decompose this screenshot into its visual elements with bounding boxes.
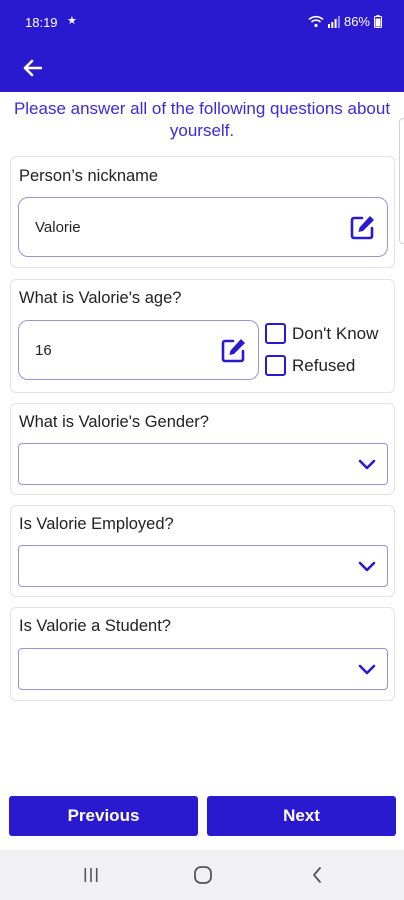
status-bar: 18:19 ★ 86%: [0, 0, 404, 44]
battery-percent: 86%: [343, 14, 370, 29]
chevron-down-icon: [358, 561, 376, 572]
refused-option[interactable]: Refused: [265, 355, 355, 376]
nickname-field[interactable]: Valorie: [18, 197, 388, 257]
signal-icon: [327, 15, 340, 28]
dont-know-checkbox[interactable]: [265, 323, 286, 344]
gender-card: What is Valorie's Gender?: [10, 403, 395, 495]
status-icons: 86%: [308, 14, 382, 29]
recents-icon: [84, 868, 98, 882]
edit-icon[interactable]: [349, 213, 377, 241]
instruction-text: Please answer all of the following quest…: [13, 99, 391, 140]
system-nav-bar: [0, 850, 404, 900]
employed-card: Is Valorie Employed?: [10, 505, 395, 597]
gender-label: What is Valorie's Gender?: [19, 413, 209, 431]
home-icon: [194, 866, 212, 884]
age-value: 16: [35, 341, 52, 359]
arrow-left-icon: [23, 59, 42, 77]
nickname-card: Person’s nickname Valorie: [10, 156, 395, 268]
student-card: Is Valorie a Student?: [10, 607, 395, 701]
battery-icon: [374, 15, 382, 28]
employed-dropdown[interactable]: [18, 545, 388, 587]
app-bar: [0, 44, 404, 92]
home-button[interactable]: [188, 863, 218, 887]
nav-back-button[interactable]: [302, 863, 332, 887]
chevron-down-icon: [358, 459, 376, 470]
student-label: Is Valorie a Student?: [19, 617, 171, 635]
back-button[interactable]: [16, 52, 48, 84]
scroll-indicator[interactable]: [399, 118, 404, 244]
chevron-down-icon: [358, 664, 376, 675]
age-card: What is Valorie's age? 16 Don't Know Ref…: [10, 279, 395, 393]
recents-button[interactable]: [76, 863, 106, 887]
status-time: 18:19: [25, 15, 58, 30]
nickname-label: Person’s nickname: [19, 167, 159, 185]
back-icon: [313, 867, 321, 883]
next-button[interactable]: Next: [207, 796, 396, 836]
star-icon: ★: [67, 15, 77, 27]
age-field[interactable]: 16: [18, 320, 259, 380]
dont-know-label: Don't Know: [292, 323, 379, 343]
student-dropdown[interactable]: [18, 648, 388, 690]
age-label: What is Valorie's age?: [19, 289, 182, 307]
refused-label: Refused: [292, 355, 356, 375]
nickname-value: Valorie: [35, 218, 81, 236]
refused-checkbox[interactable]: [265, 355, 286, 376]
wifi-icon: [308, 15, 324, 28]
edit-icon[interactable]: [220, 336, 248, 364]
dont-know-option[interactable]: Don't Know: [265, 323, 378, 344]
gender-dropdown[interactable]: [18, 443, 388, 485]
employed-label: Is Valorie Employed?: [19, 515, 174, 533]
previous-button[interactable]: Previous: [9, 796, 198, 836]
